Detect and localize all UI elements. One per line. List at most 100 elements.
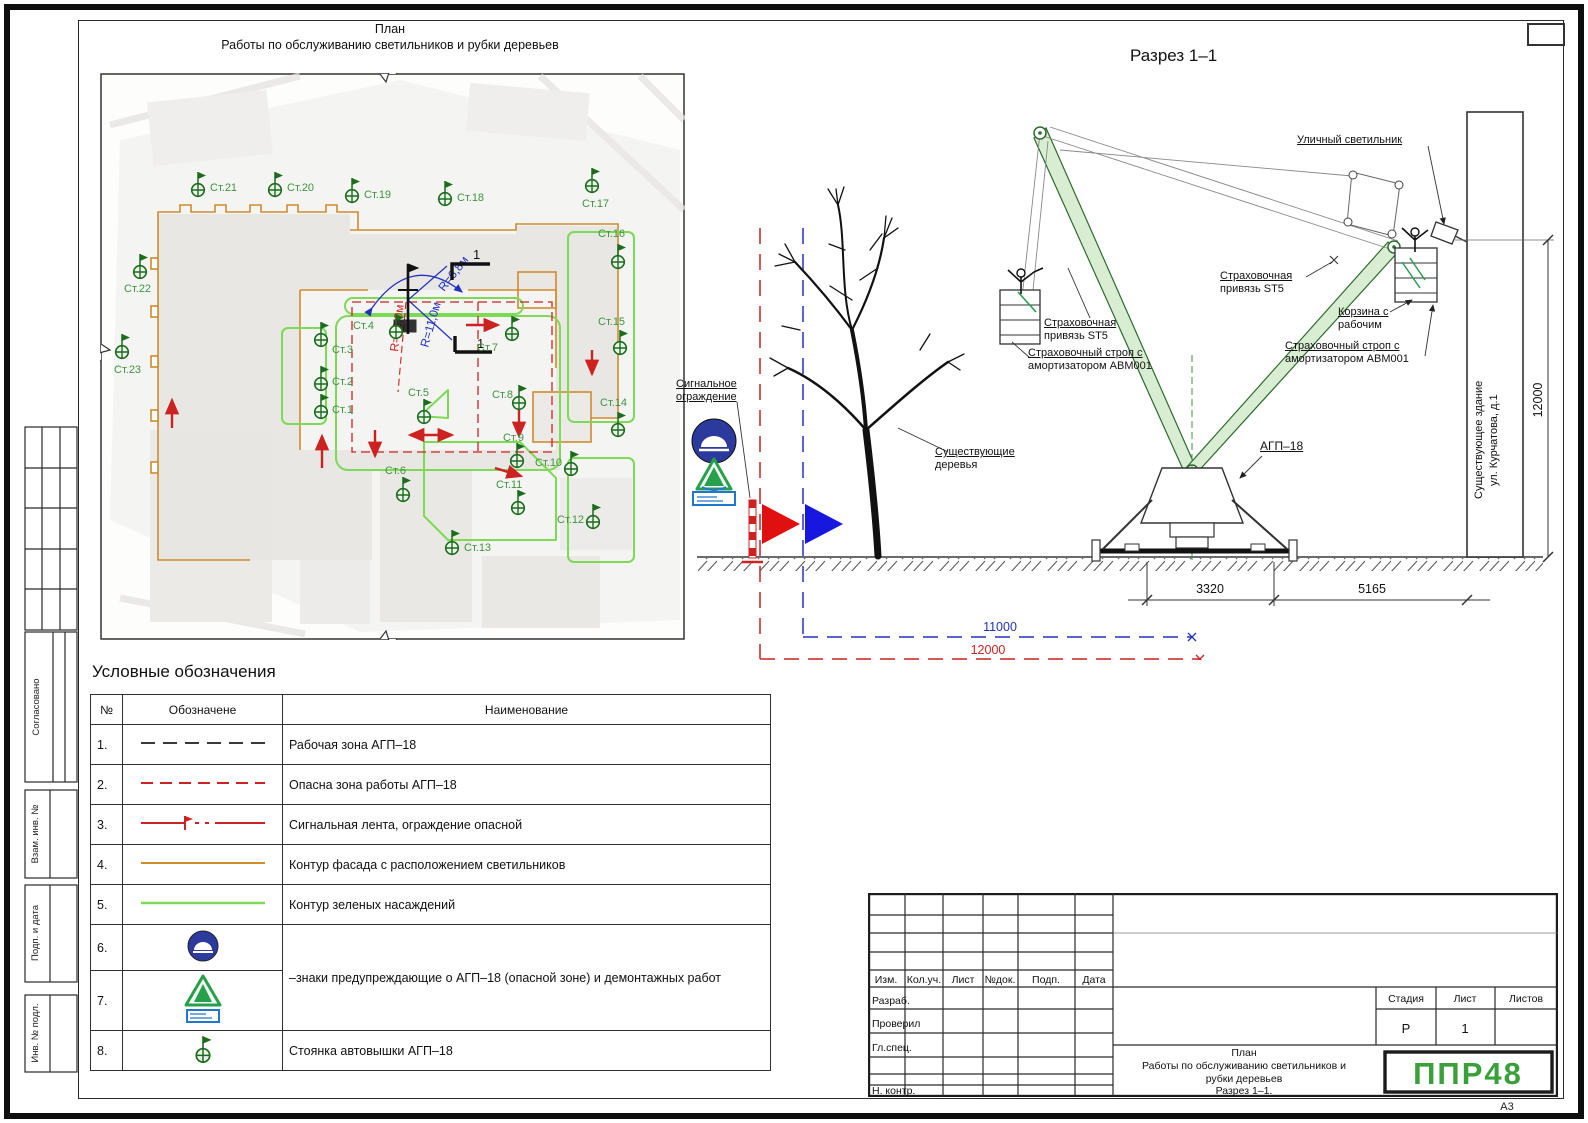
- station-label: Ст.15: [598, 316, 625, 328]
- station-flag-icon: [312, 391, 330, 421]
- sheets-label: Листов: [1509, 993, 1544, 1005]
- company-logo: ППР48: [1385, 1052, 1552, 1092]
- legend-table: № Обозначене Наименование 1. Рабочая зон…: [90, 694, 771, 1071]
- station-marker: Ст.1: [312, 391, 330, 421]
- strop-right-label: Страховочный строп с амортизатором АВМ00…: [1285, 340, 1409, 366]
- station-marker: Ст.5: [415, 396, 433, 426]
- section-drawing: 3320 5165 11000 12000 12000: [690, 25, 1565, 660]
- blue-flag: [805, 504, 843, 544]
- station-flag-icon: [443, 527, 461, 557]
- station-flag-icon: [611, 327, 629, 357]
- signal-fence-label: Сигнальное ограждение: [676, 378, 737, 404]
- format-label: А3: [1490, 1101, 1524, 1113]
- helmet-sign-symbol: [183, 927, 223, 965]
- station-marker: Ст.2: [312, 363, 330, 393]
- station-label: Ст.8: [492, 389, 513, 401]
- station-flag-icon: [113, 331, 131, 361]
- doc-title-line4: Разрез 1–1.: [1216, 1085, 1273, 1097]
- station-flag-icon: [394, 474, 412, 504]
- station-label: Ст.19: [364, 189, 391, 201]
- dim-danger-zone: 12000: [971, 643, 1006, 657]
- cut-label-top: 1: [473, 247, 480, 262]
- station-flag-icon: [312, 363, 330, 393]
- plan-title-line1: План: [180, 22, 600, 36]
- rev-col-list: Лист: [952, 974, 975, 986]
- station-label: Ст.10: [535, 457, 562, 469]
- station-label: Ст.6: [385, 465, 406, 477]
- station-flag-icon: [584, 501, 602, 531]
- station-marker: Ст.9: [508, 440, 526, 470]
- row-checked: Проверил: [872, 1018, 920, 1030]
- station-label: Ст.22: [124, 283, 151, 295]
- station-label: Ст.4: [353, 320, 374, 332]
- existing-building-label: Существующее здание ул. Курчатова, д.1: [1472, 310, 1502, 570]
- legend-col-name: Наименование: [283, 695, 771, 725]
- station-flag-icon: [189, 169, 207, 199]
- station-label: Ст.7: [477, 342, 498, 354]
- station-marker: Ст.8: [510, 382, 528, 412]
- station-label: Ст.5: [408, 387, 429, 399]
- station-marker: Ст.3: [312, 319, 330, 349]
- ground-hatch: [698, 558, 1543, 571]
- station-marker: Ст.10: [562, 448, 580, 478]
- station-marker: Ст.15: [611, 327, 629, 357]
- drawing-sheet: План Работы по обслуживанию светильников…: [0, 0, 1588, 1123]
- basket-right: [1395, 228, 1437, 302]
- station-flag-icon: [508, 440, 526, 470]
- station-flag-icon: [583, 165, 601, 195]
- harness-left-label: Страховочная привязь ST5: [1044, 317, 1116, 343]
- warning-triangle-sign: [697, 459, 731, 490]
- station-marker: Ст.6: [394, 474, 412, 504]
- station-marker: Ст.19: [343, 175, 361, 205]
- station-flag-icon: [131, 251, 149, 281]
- logo-text: ППР48: [1413, 1056, 1523, 1091]
- station-marker: Ст.11: [509, 487, 527, 517]
- station-label: Ст.2: [332, 376, 353, 388]
- warning-sign-symbol: [181, 973, 225, 1025]
- dim-building-height: 12000: [1531, 383, 1545, 418]
- info-plate-sign: [693, 492, 735, 505]
- stamp-sign-date: Подп. и дата: [30, 904, 41, 961]
- station-flag-icon: [436, 178, 454, 208]
- work-zone-symbol: [133, 733, 273, 753]
- plan-title-line2: Работы по обслуживанию светильников и ру…: [130, 38, 650, 52]
- legend-col-num: №: [91, 695, 123, 725]
- legend-row-6: 6. –знаки предупреждающие о АГП–18 (опас…: [91, 925, 771, 971]
- stage-value: Р: [1402, 1021, 1411, 1036]
- station-flag-icon: [266, 169, 284, 199]
- station-label: Ст.23: [114, 364, 141, 376]
- station-label: Ст.17: [582, 198, 609, 210]
- station-flag-icon: [503, 313, 521, 343]
- street-lamp: [1431, 222, 1467, 244]
- row-control: Н. контр.: [872, 1085, 915, 1097]
- existing-tree: [770, 187, 964, 556]
- legend-row-2: 2. Опасна зона работы АГП–18: [91, 765, 771, 805]
- agp-booms: [1022, 127, 1403, 477]
- station-label: Ст.3: [332, 344, 353, 356]
- stamp-inv-orig: Инв. № подл.: [30, 1003, 41, 1062]
- station-marker: Ст.23: [113, 331, 131, 361]
- legend-row-1: 1. Рабочая зона АГП–18: [91, 725, 771, 765]
- stage-label: Стадия: [1388, 993, 1424, 1005]
- station-marker: Ст.13: [443, 527, 461, 557]
- legend-row-3: 3. Сигнальная лента, ограждение опасной: [91, 805, 771, 845]
- station-marker: Ст.16: [609, 241, 627, 271]
- station-label: Ст.9: [503, 432, 524, 444]
- station-label: Ст.12: [557, 514, 584, 526]
- station-label: Ст.21: [210, 182, 237, 194]
- rev-col-data: Дата: [1082, 974, 1105, 986]
- rev-col-ndok: №док.: [985, 974, 1016, 986]
- station-marker: Ст.20: [266, 169, 284, 199]
- basket-label: Корзина с рабочим: [1338, 306, 1388, 332]
- station-label: Ст.20: [287, 182, 314, 194]
- dim-to-building: 5165: [1358, 582, 1386, 596]
- station-flag-icon: [312, 319, 330, 349]
- station-flag-icon: [343, 175, 361, 205]
- station-flag-icon: [562, 448, 580, 478]
- station-flag-icon: [609, 241, 627, 271]
- station-marker: Ст.18: [436, 178, 454, 208]
- sheet-value: 1: [1461, 1021, 1468, 1036]
- stamp-repl-inv: Взам. инв. №: [30, 805, 41, 864]
- site-plan-drawing: R=6,8м R=11,0м R=12,0м 1 1: [100, 73, 685, 640]
- red-flag: [762, 504, 800, 544]
